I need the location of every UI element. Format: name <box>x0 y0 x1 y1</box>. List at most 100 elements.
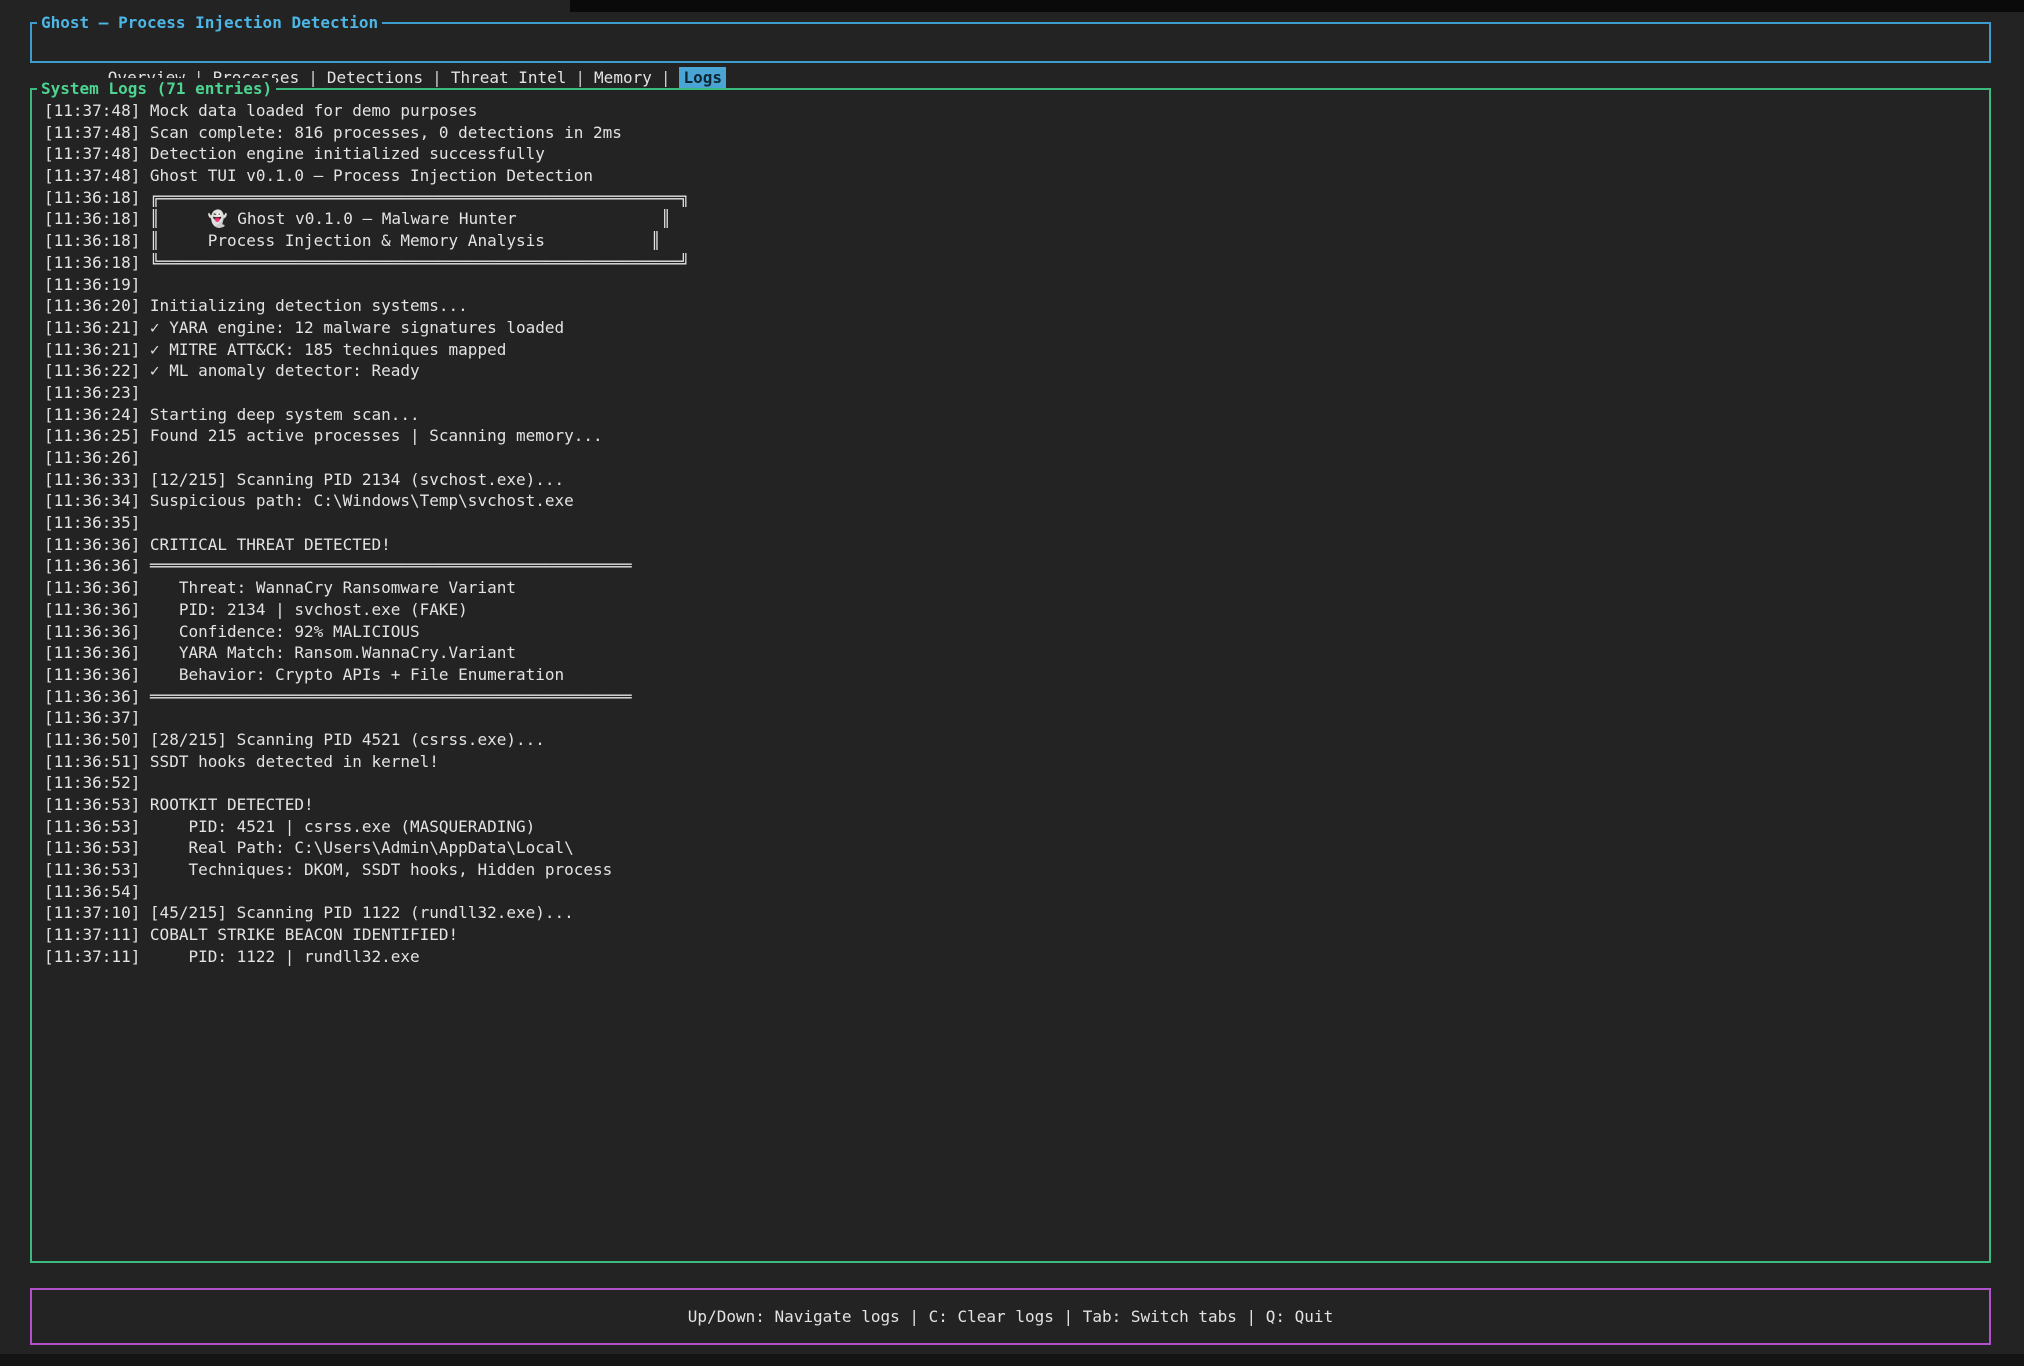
log-timestamp: [11:36:35] <box>44 513 150 532</box>
log-line: [11:36:21]✓ YARA engine: 12 malware sign… <box>44 317 1989 339</box>
log-line: [11:36:53] Real Path: C:\Users\Admin\App… <box>44 837 1989 859</box>
log-message: ROOTKIT DETECTED! <box>150 795 314 814</box>
log-message: ╚═══════════════════════════════════════… <box>150 253 689 272</box>
log-message: ║ 👻 Ghost v0.1.0 — Malware Hunter ║ <box>150 209 671 228</box>
log-line: [11:36:33][12/215] Scanning PID 2134 (sv… <box>44 469 1989 491</box>
logs-panel-title: System Logs (71 entries) <box>37 78 276 100</box>
tab-separator: | <box>652 68 680 87</box>
log-line: [11:37:48]Ghost TUI v0.1.0 — Process Inj… <box>44 165 1989 187</box>
log-timestamp: [11:37:10] <box>44 903 150 922</box>
log-line: [11:36:25]Found 215 active processes | S… <box>44 425 1989 447</box>
app-title: Ghost — Process Injection Detection <box>37 12 382 34</box>
tab-logs[interactable]: Logs <box>679 67 726 88</box>
log-timestamp: [11:36:51] <box>44 752 150 771</box>
tab-separator: | <box>423 68 451 87</box>
log-timestamp: [11:36:37] <box>44 708 150 727</box>
log-line: [11:36:21]✓ MITRE ATT&CK: 185 techniques… <box>44 339 1989 361</box>
log-message: Starting deep system scan... <box>150 405 420 424</box>
tab-threat-intel[interactable]: Threat Intel <box>451 68 567 87</box>
log-timestamp: [11:36:36] <box>44 556 150 575</box>
window-chrome-strip-bottom <box>0 1354 2024 1366</box>
log-timestamp: [11:36:36] <box>44 665 150 684</box>
log-timestamp: [11:36:52] <box>44 773 150 792</box>
log-timestamp: [11:36:21] <box>44 318 150 337</box>
log-line: [11:36:53] PID: 4521 | csrss.exe (MASQUE… <box>44 816 1989 838</box>
log-timestamp: [11:36:34] <box>44 491 150 510</box>
log-line: [11:36:18]╔═════════════════════════════… <box>44 187 1989 209</box>
log-line: [11:36:18]╚═════════════════════════════… <box>44 252 1989 274</box>
log-timestamp: [11:36:50] <box>44 730 150 749</box>
log-message: ╔═══════════════════════════════════════… <box>150 188 689 207</box>
log-line: [11:36:37] <box>44 707 1989 729</box>
log-timestamp: [11:36:23] <box>44 383 150 402</box>
log-timestamp: [11:37:48] <box>44 101 150 120</box>
log-message: CRITICAL THREAT DETECTED! <box>150 535 391 554</box>
tab-separator: | <box>299 68 327 87</box>
log-line: [11:36:22]✓ ML anomaly detector: Ready <box>44 360 1989 382</box>
log-message: ════════════════════════════════════════… <box>150 687 632 706</box>
log-line: [11:37:10][45/215] Scanning PID 1122 (ru… <box>44 902 1989 924</box>
footer-help-text: Up/Down: Navigate logs | C: Clear logs |… <box>32 1290 1989 1343</box>
logs-panel: System Logs (71 entries) [11:37:48]Mock … <box>30 88 1991 1263</box>
log-timestamp: [11:36:33] <box>44 470 150 489</box>
log-message: Threat: WannaCry Ransomware Variant <box>150 578 516 597</box>
log-timestamp: [11:36:22] <box>44 361 150 380</box>
tab-detections[interactable]: Detections <box>327 68 423 87</box>
log-message: Mock data loaded for demo purposes <box>150 101 478 120</box>
log-timestamp: [11:36:18] <box>44 231 150 250</box>
log-message: Initializing detection systems... <box>150 296 468 315</box>
log-line: [11:36:51]SSDT hooks detected in kernel! <box>44 751 1989 773</box>
log-timestamp: [11:36:19] <box>44 275 150 294</box>
log-timestamp: [11:36:18] <box>44 209 150 228</box>
log-timestamp: [11:36:53] <box>44 838 150 857</box>
terminal-screen: Ghost — Process Injection Detection Over… <box>0 0 2024 1366</box>
log-message: Techniques: DKOM, SSDT hooks, Hidden pro… <box>150 860 612 879</box>
log-message: ║ Process Injection & Memory Analysis ║ <box>150 231 661 250</box>
log-message: Scan complete: 816 processes, 0 detectio… <box>150 123 622 142</box>
tab-memory[interactable]: Memory <box>594 68 652 87</box>
log-line: [11:36:36]══════════════════════════════… <box>44 686 1989 708</box>
log-message: [28/215] Scanning PID 4521 (csrss.exe)..… <box>150 730 545 749</box>
header-panel: Ghost — Process Injection Detection Over… <box>30 22 1991 63</box>
log-timestamp: [11:37:48] <box>44 123 150 142</box>
log-message: [45/215] Scanning PID 1122 (rundll32.exe… <box>150 903 574 922</box>
log-message: PID: 4521 | csrss.exe (MASQUERADING) <box>150 817 535 836</box>
log-message: Found 215 active processes | Scanning me… <box>150 426 603 445</box>
log-list[interactable]: [11:37:48]Mock data loaded for demo purp… <box>32 90 1989 1255</box>
log-line: [11:36:35] <box>44 512 1989 534</box>
log-line: [11:36:52] <box>44 772 1989 794</box>
log-message: YARA Match: Ransom.WannaCry.Variant <box>150 643 516 662</box>
log-line: [11:36:18]║ 👻 Ghost v0.1.0 — Malware Hun… <box>44 208 1989 230</box>
log-line: [11:36:50][28/215] Scanning PID 4521 (cs… <box>44 729 1989 751</box>
log-message: Suspicious path: C:\Windows\Temp\svchost… <box>150 491 574 510</box>
log-line: [11:36:19] <box>44 274 1989 296</box>
log-timestamp: [11:36:36] <box>44 643 150 662</box>
log-message: SSDT hooks detected in kernel! <box>150 752 439 771</box>
log-timestamp: [11:36:18] <box>44 253 150 272</box>
log-message: ✓ YARA engine: 12 malware signatures loa… <box>150 318 564 337</box>
log-timestamp: [11:36:36] <box>44 687 150 706</box>
log-line: [11:36:36] Threat: WannaCry Ransomware V… <box>44 577 1989 599</box>
log-timestamp: [11:36:36] <box>44 600 150 619</box>
footer-panel: Up/Down: Navigate logs | C: Clear logs |… <box>30 1288 1991 1345</box>
log-timestamp: [11:36:36] <box>44 622 150 641</box>
log-line: [11:36:36] Behavior: Crypto APIs + File … <box>44 664 1989 686</box>
log-timestamp: [11:37:11] <box>44 947 150 966</box>
log-line: [11:36:54] <box>44 881 1989 903</box>
log-message: ✓ MITRE ATT&CK: 185 techniques mapped <box>150 340 506 359</box>
log-line: [11:37:48]Scan complete: 816 processes, … <box>44 122 1989 144</box>
log-timestamp: [11:36:25] <box>44 426 150 445</box>
tab-separator: | <box>566 68 594 87</box>
log-message: PID: 1122 | rundll32.exe <box>150 947 420 966</box>
log-message: Real Path: C:\Users\Admin\AppData\Local\ <box>150 838 574 857</box>
log-line: [11:36:20]Initializing detection systems… <box>44 295 1989 317</box>
log-line: [11:36:23] <box>44 382 1989 404</box>
log-timestamp: [11:37:48] <box>44 144 150 163</box>
log-line: [11:36:36]CRITICAL THREAT DETECTED! <box>44 534 1989 556</box>
log-timestamp: [11:36:53] <box>44 795 150 814</box>
log-line: [11:36:34]Suspicious path: C:\Windows\Te… <box>44 490 1989 512</box>
log-line: [11:36:26] <box>44 447 1989 469</box>
log-timestamp: [11:36:26] <box>44 448 150 467</box>
log-line: [11:36:36] Confidence: 92% MALICIOUS <box>44 621 1989 643</box>
log-timestamp: [11:36:18] <box>44 188 150 207</box>
